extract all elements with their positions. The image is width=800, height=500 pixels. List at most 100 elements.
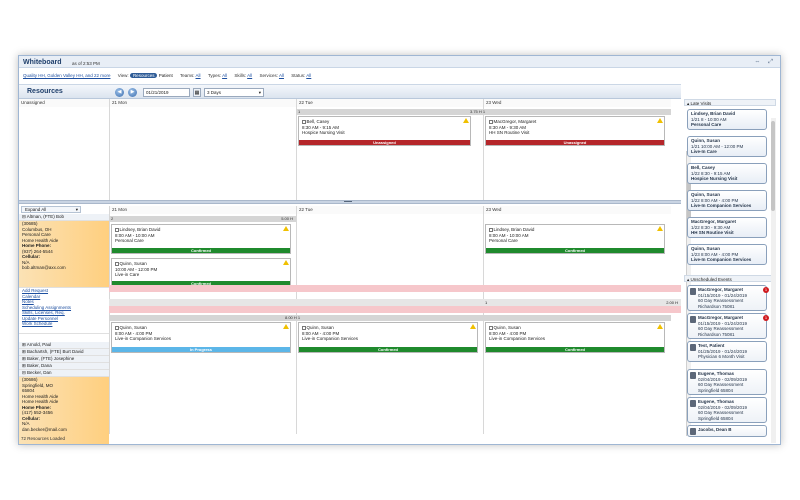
calendar-icon[interactable]: ▦ bbox=[193, 88, 201, 97]
alerts-scrollbar[interactable] bbox=[771, 118, 776, 443]
late-visit-card[interactable]: Quinn, Susan 1/22 8:00 AM - 4:00 PM Live-I… bbox=[687, 190, 767, 211]
resource-hours: 5.00 H bbox=[281, 216, 293, 221]
resources-loaded: 72 Resources Loaded bbox=[21, 436, 66, 441]
as-of-time: as of 2:53 PM bbox=[72, 61, 100, 66]
status-filter-link[interactable]: All bbox=[306, 73, 311, 78]
types-label: Types: bbox=[207, 73, 222, 78]
status-badge: Confirmed bbox=[112, 248, 290, 253]
visit-patient: Bell, Casey bbox=[306, 119, 330, 124]
date-input[interactable]: 01/21/2019 bbox=[143, 88, 190, 97]
visit-checkbox[interactable] bbox=[115, 326, 119, 330]
event-location: Springfield 65804 bbox=[698, 415, 734, 421]
resource-row[interactable]: ⊞ Baker, (FTE) Josephine bbox=[19, 356, 109, 363]
visit-checkbox[interactable] bbox=[302, 326, 306, 330]
teams-label: Teams: bbox=[180, 73, 195, 78]
visit-card[interactable]: Quinn, Susan 8:00 AM - 4:00 PM Live-in C… bbox=[111, 322, 291, 353]
strip-hours: 2.00 H bbox=[666, 300, 678, 305]
day-header-mon: 21 Mon bbox=[109, 206, 296, 214]
work-schedule-link[interactable]: Work Schedule bbox=[22, 321, 109, 327]
late-visit-card[interactable]: Bell, Casey 1/22 8:30 - 9:15 AM Hospice Nu… bbox=[687, 163, 767, 184]
prev-arrow-icon[interactable]: ◀ bbox=[115, 88, 124, 97]
scroll-thumb[interactable] bbox=[771, 121, 775, 211]
pane-splitter[interactable] bbox=[19, 200, 681, 204]
unscheduled-title: Unscheduled Events bbox=[690, 277, 732, 282]
visit-type: Personal Care bbox=[489, 238, 518, 243]
visit-type: Live-in Companion Services bbox=[489, 336, 546, 341]
status-label: Status: bbox=[291, 73, 306, 78]
resource-hours-bar: 2 5.00 H bbox=[109, 216, 296, 222]
visit-card[interactable]: Quinn, Susan 8:00 AM - 4:00 PM Live-in C… bbox=[485, 322, 665, 353]
view-resources-toggle[interactable]: Resources bbox=[129, 73, 158, 78]
late-visits-header[interactable]: ▴ Late Visits bbox=[684, 99, 776, 106]
view-patient-toggle[interactable]: Patient bbox=[159, 73, 173, 78]
unscheduled-card[interactable]: Eugene, Thomas 02/04/2019 - 02/09/2019 60 … bbox=[687, 369, 767, 395]
warning-icon bbox=[463, 118, 469, 123]
unscheduled-card[interactable]: 1 MacGregor, Margaret 01/15/2019 - 01/24/2… bbox=[687, 285, 769, 311]
visit-checkbox[interactable] bbox=[489, 120, 493, 124]
late-visit-card[interactable]: Quinn, Susan 1/21 10:00 AM - 12:00 PM Live… bbox=[687, 136, 767, 157]
unscheduled-card[interactable]: Eugene, Thomas 02/04/2019 - 02/09/2019 60 … bbox=[687, 397, 767, 423]
late-visit-card[interactable]: Lindsey, Brian David 1/21 8 - 10:00 AM Per… bbox=[687, 109, 767, 130]
visit-card[interactable]: Quinn, Susan 10:00 AM - 12:00 PM Live-in… bbox=[111, 258, 291, 287]
visit-checkbox[interactable] bbox=[489, 326, 493, 330]
teams-filter-link[interactable]: All bbox=[196, 73, 201, 78]
visit-card[interactable]: MacGregor, Margaret 8:30 AM - 9:30 AM HH… bbox=[485, 116, 665, 146]
unscheduled-card[interactable]: Test, Patient 01/25/2019 - 01/24/2019 Phys… bbox=[687, 341, 767, 362]
visit-type: Live-in Care bbox=[115, 272, 140, 277]
visit-patient: Quinn, Susan bbox=[119, 261, 147, 266]
visit-checkbox[interactable] bbox=[115, 228, 119, 232]
day-header-tue: 22 Tue bbox=[296, 99, 483, 107]
resources-toolbar: Resources ◀ ▶ 01/21/2019 ▦ 3 Days ▾ bbox=[19, 84, 681, 99]
resource-row[interactable]: ⊟ Becker, Dan bbox=[19, 370, 109, 377]
visit-card[interactable]: Bell, Casey 8:30 AM - 9:15 AM Hospice Nu… bbox=[298, 116, 471, 146]
visit-card[interactable]: Lindsey, Brian David 8:00 AM - 10:00 AM … bbox=[111, 224, 291, 254]
resource-name: Baker, Dana bbox=[27, 363, 52, 368]
visit-checkbox[interactable] bbox=[302, 120, 306, 124]
resource-row[interactable]: ⊞ Bachartsh, (FTE) Burt David bbox=[19, 349, 109, 356]
resource-row[interactable]: ⊞ Arnold, Paul bbox=[19, 342, 109, 349]
visit-checkbox[interactable] bbox=[115, 262, 119, 266]
unassigned-label: Unassigned bbox=[19, 99, 109, 107]
resource-name: Bachartsh, (FTE) Burt David bbox=[27, 349, 84, 354]
unscheduled-card[interactable]: Jacobs, Dean B bbox=[687, 425, 767, 437]
window-controls-icon[interactable]: ⇔ ⤢ bbox=[755, 59, 776, 66]
late-visit-card[interactable]: MacGregor, Margaret 1/22 8:30 - 9:30 AM HH… bbox=[687, 217, 767, 238]
divider bbox=[109, 99, 110, 200]
next-arrow-icon[interactable]: ▶ bbox=[128, 88, 137, 97]
resource-details: (30685) Columbus, OH Personal Care Home … bbox=[19, 221, 109, 288]
visit-card[interactable]: Lindsey, Brian David 8:00 AM - 10:00 AM … bbox=[485, 224, 665, 254]
types-filter-link[interactable]: All bbox=[222, 73, 227, 78]
visit-patient: MacGregor, Margaret bbox=[493, 119, 537, 124]
late-service: Hospice Nursing Visit bbox=[691, 176, 738, 181]
expand-all-select[interactable]: Expand All ▾ bbox=[21, 206, 81, 213]
day-header-tue: 22 Tue bbox=[296, 206, 483, 214]
visit-card[interactable]: Quinn, Susan 8:00 AM - 4:00 PM Live-in C… bbox=[298, 322, 478, 353]
unscheduled-header[interactable]: ▴ Unscheduled Events bbox=[684, 275, 776, 282]
unassigned-hours: 3.75 H 1 bbox=[470, 109, 486, 114]
unassigned-count: 1 bbox=[298, 109, 301, 114]
alerts-panel: ▴ Late Visits Lindsey, Brian David 1/21 8… bbox=[684, 99, 776, 444]
unscheduled-card[interactable]: 1 MacGregor, Margaret 01/15/2019 - 01/24/2… bbox=[687, 313, 769, 339]
range-select[interactable]: 3 Days ▾ bbox=[204, 88, 264, 97]
visit-type: HH SN Routine Visit bbox=[489, 130, 530, 135]
resource-hours: 8.00 H 1 bbox=[285, 315, 301, 320]
visit-checkbox[interactable] bbox=[489, 228, 493, 232]
resource-actions: Add Request Calendar Notes Scheduling As… bbox=[19, 288, 109, 334]
late-resource-row bbox=[109, 306, 681, 313]
resource-email: dan.becker@mail.com bbox=[22, 426, 67, 432]
visit-type: Live-in Companion Services bbox=[115, 336, 172, 341]
late-visit-card[interactable]: Quinn, Susan 1/23 8:00 AM - 4:00 PM Live-I… bbox=[687, 244, 767, 265]
services-filter-link[interactable]: All bbox=[279, 73, 284, 78]
visit-patient: Quinn, Susan bbox=[119, 325, 147, 330]
resource-visit-count: 2 bbox=[111, 216, 114, 221]
agency-filter-link[interactable]: Quality HH, Golden Valley HH, and 22 mor… bbox=[23, 73, 110, 78]
window-title: Whiteboard bbox=[23, 59, 62, 66]
visit-patient: Quinn, Susan bbox=[493, 325, 521, 330]
event-location: Springfield 65804 bbox=[698, 387, 734, 393]
skills-filter-link[interactable]: All bbox=[247, 73, 252, 78]
visit-type: Live-in Companion Services bbox=[302, 336, 359, 341]
resource-row[interactable]: ⊟ Altman, (FTE) Bob bbox=[19, 214, 109, 221]
resource-row[interactable]: ⊞ Baker, Dana bbox=[19, 363, 109, 370]
splitter-grip-icon[interactable] bbox=[344, 201, 352, 203]
resource-name: Arnold, Paul bbox=[26, 342, 52, 347]
